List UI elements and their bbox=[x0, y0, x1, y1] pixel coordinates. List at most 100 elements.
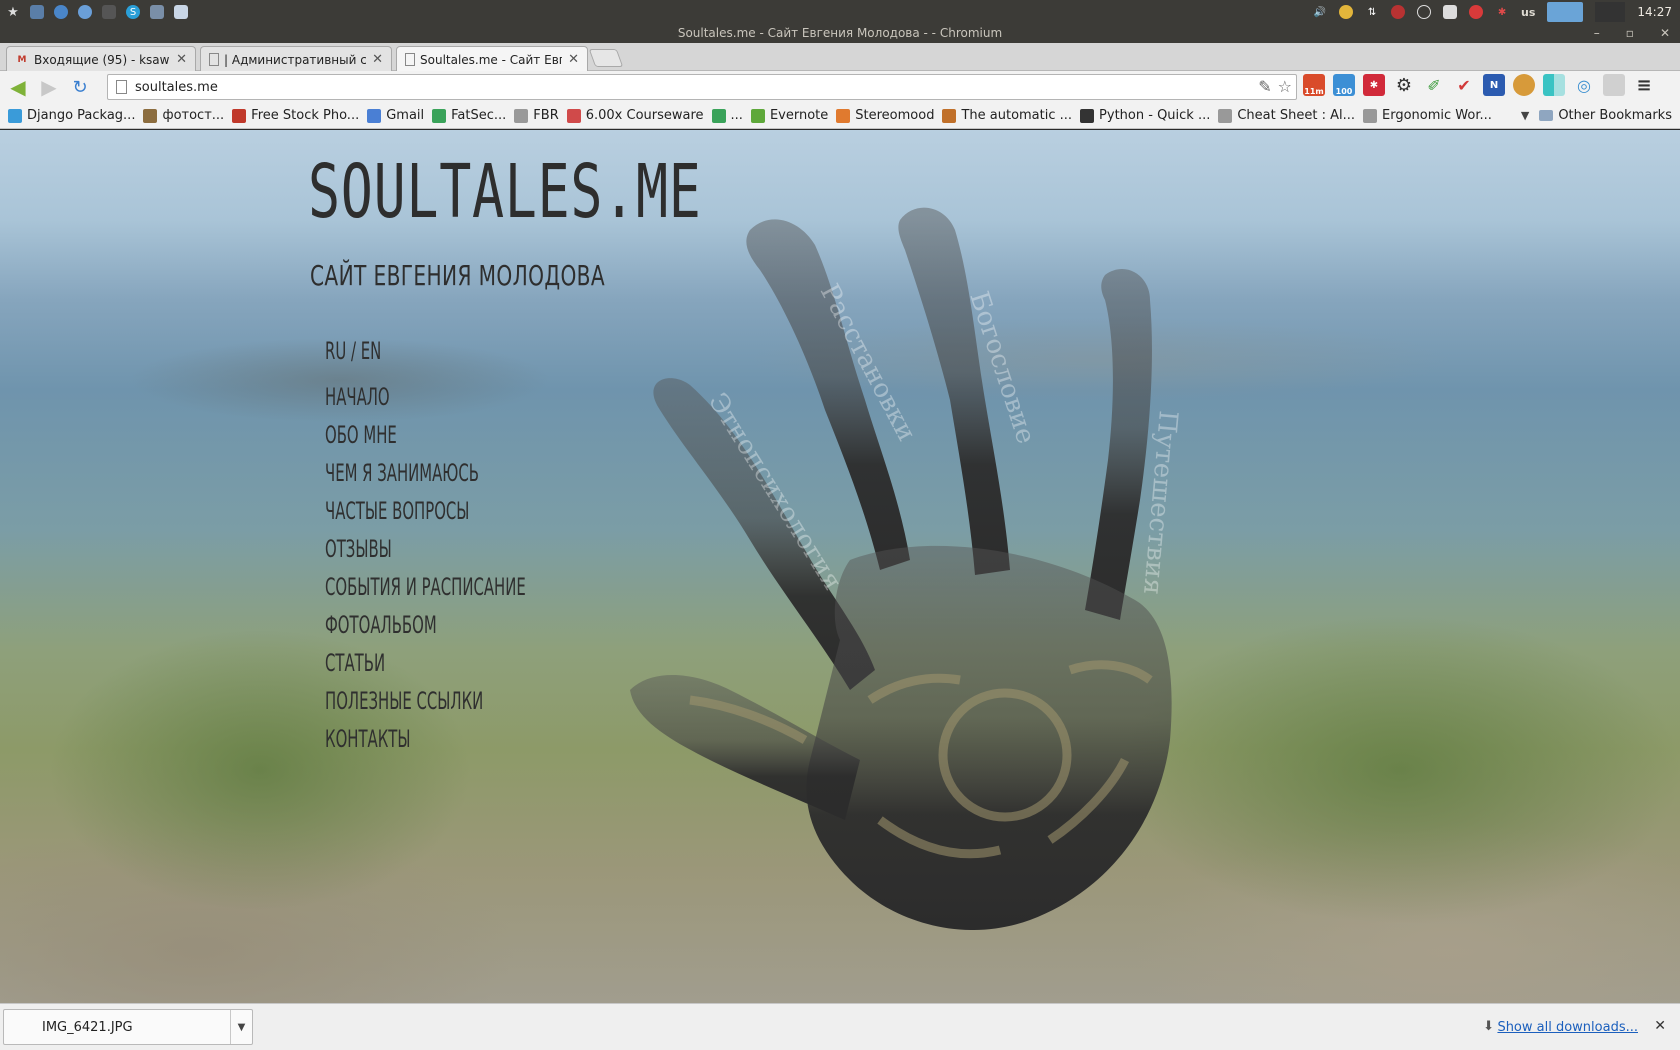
bookmark-item[interactable]: ... bbox=[711, 108, 743, 123]
drop-icon[interactable]: ◎ bbox=[1573, 74, 1595, 96]
bookmark-item[interactable]: 6.00x Courseware bbox=[566, 108, 704, 123]
chromium-icon[interactable] bbox=[54, 5, 68, 19]
nav-home[interactable]: НАЧАЛО bbox=[325, 378, 526, 416]
tab-title: Входящие (95) - ksawie@ bbox=[34, 52, 170, 67]
bookmark-item[interactable]: Ergonomic Wor... bbox=[1363, 108, 1492, 123]
language-switch[interactable]: RU / EN bbox=[325, 335, 526, 367]
bookmark-label: Free Stock Pho... bbox=[251, 108, 360, 123]
download-shelf: IMG_6421.JPG ▼ ⬇ Show all downloads... ✕ bbox=[0, 1003, 1680, 1050]
nav-contacts[interactable]: КОНТАКТЫ bbox=[325, 720, 526, 758]
grid-icon bbox=[8, 108, 22, 123]
window-controls: – ▫ ✕ bbox=[1594, 24, 1670, 43]
nav-faq[interactable]: ЧАСТЫЕ ВОПРОСЫ bbox=[325, 492, 526, 530]
bookmark-item[interactable]: FatSec... bbox=[432, 108, 506, 123]
window-title: Soultales.me - Сайт Евгения Молодова - -… bbox=[0, 24, 1680, 43]
bookmark-item[interactable]: Gmail bbox=[367, 108, 424, 123]
bookmark-label: Gmail bbox=[386, 108, 425, 123]
launcher-icons: ★ S bbox=[0, 5, 188, 20]
settings-tray-icon[interactable] bbox=[1417, 5, 1432, 19]
cherry-icon[interactable] bbox=[1391, 5, 1406, 19]
bug-icon[interactable]: ✱ bbox=[1495, 5, 1509, 19]
page-icon bbox=[209, 53, 219, 66]
workspace-switcher[interactable] bbox=[1547, 2, 1584, 22]
tab-strip: M Входящие (95) - ksawie@ ✕ | Администра… bbox=[0, 43, 1680, 72]
pocket-icon[interactable]: ✔ bbox=[1453, 74, 1475, 96]
other-bookmarks[interactable]: Other Bookmarks bbox=[1539, 108, 1672, 123]
mail-checker-extension-icon[interactable]: 100 bbox=[1333, 74, 1355, 96]
bookmark-label: 6.00x Courseware bbox=[585, 108, 704, 123]
bookmark-item[interactable]: Evernote bbox=[750, 108, 828, 123]
close-tab-icon[interactable]: ✕ bbox=[176, 52, 187, 67]
tab-admin[interactable]: | Административный сай ✕ bbox=[200, 46, 392, 72]
new-tab-button[interactable] bbox=[588, 49, 624, 67]
grey-extension-icon[interactable] bbox=[1603, 74, 1625, 96]
tiles-icon[interactable] bbox=[1543, 74, 1565, 96]
nav-useful-links[interactable]: ПОЛЕЗНЫЕ ССЫЛКИ bbox=[325, 682, 526, 720]
cookie-icon[interactable] bbox=[1513, 74, 1535, 96]
bookmark-label: Django Packag... bbox=[27, 108, 136, 123]
files-icon[interactable] bbox=[174, 5, 188, 19]
forward-icon[interactable]: ▶ bbox=[36, 74, 62, 100]
maximize-icon[interactable]: ▫ bbox=[1626, 24, 1634, 43]
nav-about[interactable]: ОБО МНЕ bbox=[325, 416, 526, 454]
keyboard-layout-indicator[interactable]: us bbox=[1521, 6, 1535, 19]
chat-icon[interactable] bbox=[1339, 5, 1354, 19]
close-window-icon[interactable]: ✕ bbox=[1660, 24, 1670, 43]
close-tab-icon[interactable]: ✕ bbox=[568, 52, 579, 67]
fatsecret-icon bbox=[432, 108, 447, 123]
clock[interactable]: 14:27 bbox=[1637, 5, 1672, 19]
nav-what-i-do[interactable]: ЧЕМ Я ЗАНИМАЮСЬ bbox=[325, 454, 526, 492]
volume-icon[interactable]: 🔊 bbox=[1313, 5, 1327, 19]
download-item[interactable]: IMG_6421.JPG ▼ bbox=[3, 1009, 253, 1045]
gear-icon[interactable]: ⚙ bbox=[1393, 74, 1415, 96]
show-all-downloads-link[interactable]: Show all downloads... bbox=[1497, 1020, 1638, 1035]
skype-icon[interactable]: S bbox=[126, 5, 140, 19]
menu-icon[interactable]: ≡ bbox=[1633, 74, 1655, 96]
bookmark-item[interactable]: фотост... bbox=[143, 108, 224, 123]
reload-icon[interactable]: ↻ bbox=[67, 74, 93, 100]
eyedropper-icon[interactable]: ✐ bbox=[1423, 74, 1445, 96]
close-tab-icon[interactable]: ✕ bbox=[372, 52, 383, 67]
tab-gmail[interactable]: M Входящие (95) - ksawie@ ✕ bbox=[6, 46, 196, 72]
gmail-icon: M bbox=[17, 54, 27, 65]
bookmark-item[interactable]: The automatic ... bbox=[942, 108, 1072, 123]
bookmarks-overflow-icon[interactable]: ▼ bbox=[1521, 109, 1529, 122]
update-icon[interactable] bbox=[1469, 5, 1484, 19]
close-icon[interactable]: ✕ bbox=[1654, 1018, 1666, 1034]
chevron-down-icon[interactable]: ▼ bbox=[230, 1010, 252, 1044]
bookmark-item[interactable]: Django Packag... bbox=[8, 108, 135, 123]
bookmark-item[interactable]: Stereomood bbox=[836, 108, 934, 123]
pencil-icon[interactable]: ✎ bbox=[1258, 77, 1271, 96]
nav-articles[interactable]: СТАТЬИ bbox=[325, 644, 526, 682]
bookmark-label: Cheat Sheet : Al... bbox=[1237, 108, 1356, 123]
nav-photo-album[interactable]: ФОТОАЛЬБОМ bbox=[325, 606, 526, 644]
bookmark-item[interactable]: Python - Quick ... bbox=[1080, 108, 1210, 123]
page-icon bbox=[1218, 108, 1233, 123]
onenote-icon[interactable]: N bbox=[1483, 74, 1505, 96]
nav-events[interactable]: СОБЫТИЯ И РАСПИСАНИЕ bbox=[325, 568, 526, 606]
star-icon[interactable]: ★ bbox=[6, 5, 20, 20]
notes-icon[interactable] bbox=[1443, 5, 1458, 19]
bookmark-item[interactable]: Cheat Sheet : Al... bbox=[1218, 108, 1355, 123]
nav-testimonials[interactable]: ОТЗЫВЫ bbox=[325, 530, 526, 568]
lastpass-extension-icon[interactable]: ✱ bbox=[1363, 74, 1385, 96]
browser-toolbar: ◀ ▶ ↻ soultales.me ✎ ☆ 11m 100 ✱ ⚙ ✐ ✔ N… bbox=[0, 71, 1680, 103]
network-icon[interactable]: ⇅ bbox=[1365, 5, 1379, 19]
window-icon[interactable] bbox=[30, 5, 44, 19]
weather-extension-icon[interactable]: 11m bbox=[1303, 74, 1325, 96]
minimize-icon[interactable]: – bbox=[1594, 24, 1600, 43]
tab-soultales[interactable]: Soultales.me - Сайт Евген ✕ bbox=[396, 46, 588, 72]
bookmark-list: Django Packag... фотост... Free Stock Pho.… bbox=[0, 108, 1492, 123]
stock-icon bbox=[232, 108, 247, 123]
back-icon[interactable]: ◀ bbox=[5, 74, 31, 100]
terminal-icon[interactable] bbox=[102, 5, 116, 19]
edx-icon bbox=[566, 108, 581, 123]
address-bar[interactable]: soultales.me ✎ ☆ bbox=[107, 74, 1297, 100]
bookmark-star-icon[interactable]: ☆ bbox=[1278, 77, 1292, 96]
bookmark-item[interactable]: Free Stock Pho... bbox=[232, 108, 359, 123]
page-icon bbox=[1363, 108, 1378, 123]
chromium-alt-icon[interactable] bbox=[78, 5, 92, 19]
folder-icon[interactable] bbox=[150, 5, 164, 19]
hand-shape bbox=[630, 207, 1172, 930]
bookmark-item[interactable]: FBR bbox=[514, 108, 559, 123]
